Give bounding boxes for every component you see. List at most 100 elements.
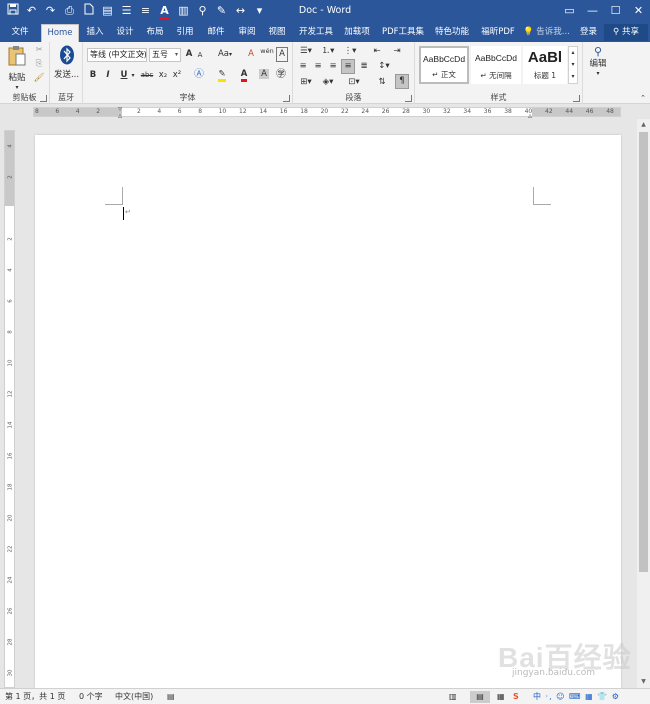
- bluetooth-send-button[interactable]: 发送...: [53, 45, 80, 81]
- scroll-down-icon[interactable]: ▼: [637, 676, 650, 688]
- language-indicator[interactable]: 中文(中国): [115, 691, 153, 703]
- redo-icon[interactable]: ↷: [42, 3, 59, 19]
- style-normal[interactable]: AaBbCcDd ↵ 正文: [419, 46, 469, 84]
- read-mode-icon[interactable]: ▥: [449, 691, 457, 703]
- tab-home[interactable]: Home: [41, 24, 79, 42]
- line-spacing-icon[interactable]: ↕▾: [375, 60, 393, 73]
- borders-icon[interactable]: ⊡▾: [345, 76, 363, 89]
- maximize-button[interactable]: ☐: [604, 0, 627, 22]
- shrink-font-button[interactable]: A: [195, 49, 205, 62]
- multilevel-list-icon[interactable]: ⋮▾: [341, 45, 359, 58]
- view-icon[interactable]: ☰: [118, 3, 135, 19]
- underline-button[interactable]: U: [119, 69, 129, 82]
- sort-icon[interactable]: ⇅: [375, 76, 389, 89]
- tab-insert[interactable]: 插入: [84, 24, 106, 42]
- tab-developer[interactable]: 开发工具: [296, 24, 336, 42]
- save-icon[interactable]: [4, 3, 21, 19]
- chinese-layout-icon[interactable]: ⊞▾: [297, 76, 315, 89]
- style-heading-1[interactable]: AaBl 标题 1: [523, 46, 567, 84]
- increase-indent-icon[interactable]: ⇥: [389, 45, 405, 58]
- editing-button[interactable]: ⚲ 编辑 ▾: [586, 45, 610, 77]
- shading-icon[interactable]: ◈▾: [319, 76, 337, 89]
- decrease-indent-icon[interactable]: ⇤: [369, 45, 385, 58]
- align-right-icon[interactable]: ≡: [327, 60, 339, 73]
- format-painter-icon[interactable]: 🖌: [33, 72, 45, 85]
- phonetic-guide-button[interactable]: wén: [260, 48, 274, 55]
- minimize-button[interactable]: —: [581, 0, 604, 22]
- sign-in-link[interactable]: 登录: [580, 24, 597, 41]
- tab-features[interactable]: 特色功能: [432, 24, 472, 42]
- font-color-icon[interactable]: A: [156, 3, 173, 19]
- ribbon-display-icon[interactable]: ▭: [558, 0, 581, 22]
- ime-toolbar[interactable]: 中 ·, ☺ ⌨ ▦ 👕 ⚙: [533, 691, 620, 703]
- justify-icon[interactable]: ≡: [341, 59, 355, 74]
- enclose-characters-icon[interactable]: ㊫: [274, 68, 288, 81]
- styles-launcher-icon[interactable]: [573, 95, 580, 102]
- new-doc-icon[interactable]: [80, 3, 97, 19]
- customize-icon[interactable]: ▾: [251, 3, 268, 19]
- web-layout-icon[interactable]: ▦: [497, 691, 505, 703]
- tab-addins[interactable]: 加载项: [342, 24, 372, 42]
- styles-scroll[interactable]: ▴ ▾ ▾: [568, 46, 578, 84]
- print-preview-icon[interactable]: ⎙: [61, 3, 78, 19]
- font-launcher-icon[interactable]: [283, 95, 290, 102]
- align-icon[interactable]: ≡: [137, 3, 154, 19]
- tab-design[interactable]: 设计: [114, 24, 136, 42]
- grow-font-button[interactable]: A: [184, 48, 194, 61]
- chevron-down-icon[interactable]: ▾: [130, 69, 136, 82]
- font-size-combo[interactable]: 五号 ▾: [149, 48, 181, 62]
- clipboard-launcher-icon[interactable]: [40, 95, 47, 102]
- change-case-button[interactable]: Aa▾: [215, 48, 235, 61]
- draw-icon[interactable]: ✎: [213, 3, 230, 19]
- paste-button[interactable]: 粘贴 ▾: [4, 45, 30, 91]
- tell-me-box[interactable]: 💡 告诉我...: [523, 24, 570, 42]
- align-left-icon[interactable]: ≡: [297, 60, 309, 73]
- scroll-up-icon[interactable]: ▲: [637, 119, 650, 131]
- hanging-indent-marker[interactable]: ▵: [118, 111, 122, 120]
- macro-record-icon[interactable]: ▤: [167, 691, 175, 703]
- undo-icon[interactable]: ↶: [23, 3, 40, 19]
- text-effects-icon[interactable]: Ⓐ: [191, 68, 207, 81]
- find-icon[interactable]: ⚲: [194, 3, 211, 19]
- vertical-scrollbar[interactable]: ▲ ▼: [637, 119, 650, 688]
- document-page[interactable]: ↵: [35, 135, 621, 688]
- italic-button[interactable]: I: [103, 69, 113, 82]
- right-indent-marker[interactable]: ▵: [528, 111, 532, 120]
- tab-review[interactable]: 审阅: [236, 24, 258, 42]
- tab-view[interactable]: 视图: [266, 24, 288, 42]
- tab-layout[interactable]: 布局: [144, 24, 166, 42]
- distributed-icon[interactable]: ≣: [358, 60, 370, 73]
- close-button[interactable]: ✕: [627, 0, 650, 22]
- show-formatting-icon[interactable]: ¶: [395, 74, 409, 89]
- font-color-icon[interactable]: A: [236, 68, 252, 82]
- paragraph-launcher-icon[interactable]: [405, 95, 412, 102]
- tab-references[interactable]: 引用: [174, 24, 196, 42]
- strikethrough-button[interactable]: abc: [139, 69, 155, 82]
- style-no-spacing[interactable]: AaBbCcDd ↵ 无间隔: [471, 46, 521, 84]
- bullets-icon[interactable]: ☰▾: [297, 45, 315, 58]
- tab-file[interactable]: 文件: [6, 24, 34, 42]
- copy-icon[interactable]: ⎘: [33, 58, 45, 71]
- cut-icon[interactable]: ✂: [33, 44, 45, 57]
- highlight-icon[interactable]: ✎: [214, 68, 230, 82]
- tab-mailings[interactable]: 邮件: [205, 24, 227, 42]
- paste-icon[interactable]: ▤: [99, 3, 116, 19]
- read-mode-icon[interactable]: ▥: [175, 3, 192, 19]
- character-shading-icon[interactable]: A: [258, 68, 270, 81]
- bold-button[interactable]: B: [88, 69, 98, 82]
- ime-logo-icon[interactable]: S: [513, 691, 519, 703]
- word-count[interactable]: 0 个字: [79, 691, 103, 703]
- paste-dropdown-icon[interactable]: ▾: [4, 85, 30, 91]
- tab-pdf-tools[interactable]: PDF工具集: [380, 24, 426, 42]
- page-count[interactable]: 第 1 页，共 1 页: [5, 691, 65, 703]
- superscript-button[interactable]: x²: [171, 69, 183, 82]
- scroll-thumb[interactable]: [639, 132, 648, 572]
- spacing-icon[interactable]: ↔: [232, 3, 249, 19]
- subscript-button[interactable]: x₂: [157, 69, 169, 82]
- clear-formatting-button[interactable]: A: [245, 48, 257, 61]
- tab-foxit-pdf[interactable]: 福昕PDF: [478, 24, 518, 42]
- align-center-icon[interactable]: ≡: [312, 60, 324, 73]
- character-border-button[interactable]: A: [276, 47, 288, 62]
- print-layout-icon[interactable]: ▤: [470, 691, 490, 703]
- numbering-icon[interactable]: ⒈▾: [319, 45, 337, 58]
